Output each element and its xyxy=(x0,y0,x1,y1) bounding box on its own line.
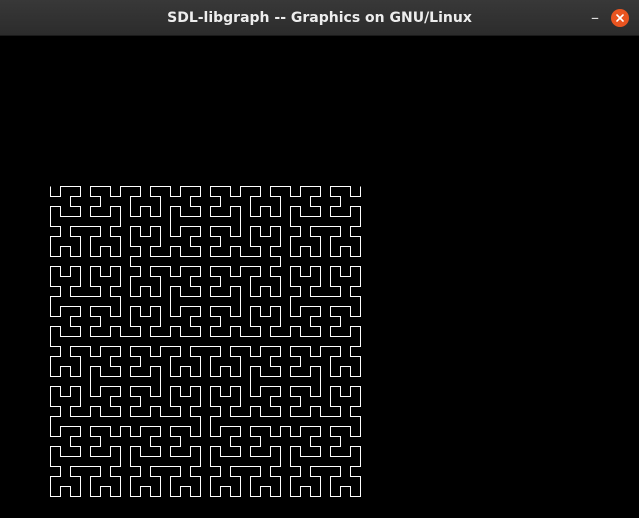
title-bar[interactable]: SDL-libgraph -- Graphics on GNU/Linux – xyxy=(0,0,639,36)
close-button[interactable] xyxy=(611,9,629,27)
hilbert-curve xyxy=(50,186,361,497)
window-title: SDL-libgraph -- Graphics on GNU/Linux xyxy=(167,10,472,26)
graphics-canvas xyxy=(0,36,639,518)
minimize-button[interactable]: – xyxy=(586,9,604,27)
hilbert-curve-drawing xyxy=(50,186,361,497)
close-icon xyxy=(616,14,624,22)
